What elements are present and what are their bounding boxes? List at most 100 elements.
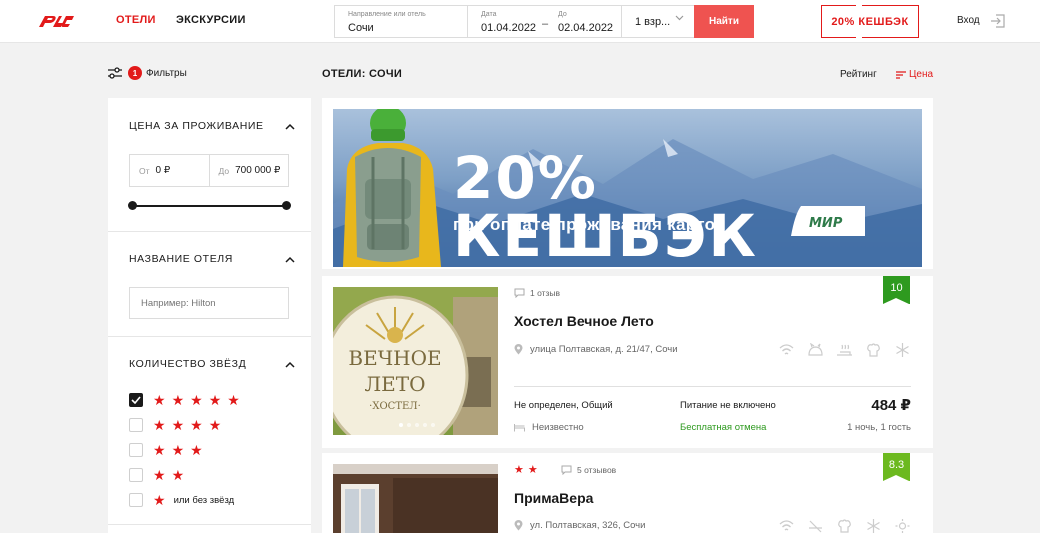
reviews-count[interactable]: 5 отзывов: [561, 465, 616, 475]
star-icon: ★: [153, 492, 166, 508]
sign-line1: ВЕЧНОЕ: [348, 346, 441, 370]
section-divider: [108, 524, 311, 525]
hotel-name[interactable]: Хостел Вечное Лето: [514, 313, 654, 329]
stars-checkbox[interactable]: [129, 468, 143, 482]
filters-icon: [108, 67, 122, 79]
star-icon: ★: [171, 392, 185, 408]
stars-checkbox[interactable]: [129, 418, 143, 432]
stars-checkbox[interactable]: [129, 393, 143, 407]
search-bar: Направление или отель Сочи Дата 01.04.20…: [334, 5, 754, 38]
reviews-count[interactable]: 1 отзыв: [514, 288, 560, 298]
find-button[interactable]: Найти: [694, 5, 754, 38]
hotel-address: улица Полтавская, д. 21/47, Сочи: [514, 344, 678, 355]
hotel-stars: ★ ★: [514, 463, 542, 476]
wifi-icon: [778, 343, 795, 357]
hotel-photo[interactable]: ВЕЧНОЕ ЛЕТО ·ХОСТЕЛ·: [333, 287, 498, 435]
cashback-badge-label: 20% КЕШБЭК: [831, 15, 909, 28]
star-icon: ★: [514, 464, 524, 476]
hotel-name-filter-title[interactable]: НАЗВАНИЕ ОТЕЛЯ: [129, 253, 233, 265]
reviews-count-label: 1 отзыв: [530, 288, 561, 298]
date-to-label: До: [558, 11, 567, 18]
sort-icon: [896, 70, 906, 79]
sort-by-price[interactable]: Цена: [896, 69, 933, 80]
price-to-label: До: [218, 165, 230, 176]
price-slider-min-handle[interactable]: [128, 201, 137, 210]
date-to-value[interactable]: 02.04.2022: [558, 22, 613, 34]
badge-notch: [856, 34, 862, 38]
price-from-value[interactable]: 0 ₽: [156, 165, 171, 176]
dates-field[interactable]: Дата 01.04.2022 – До 02.04.2022: [468, 6, 622, 37]
filters-toggle[interactable]: 1 Фильтры: [108, 66, 187, 80]
stars-option-1[interactable]: ★ или без звёзд: [129, 493, 234, 507]
hotel-card[interactable]: ★ ★ 5 отзывов 8.3 ПримаВера ул. Полтавска…: [322, 453, 933, 533]
guests-value[interactable]: 1 взр...: [635, 16, 670, 28]
bed-icon: [514, 424, 525, 432]
page-title: ОТЕЛИ: СОЧИ: [322, 68, 403, 80]
filters-count-badge: 1: [128, 66, 142, 80]
guests-field[interactable]: 1 взр...: [622, 6, 694, 37]
badge-notch: [856, 5, 862, 9]
cashback-badge[interactable]: 20% КЕШБЭК: [821, 5, 919, 38]
hotel-photo[interactable]: [333, 464, 498, 533]
price-from-field[interactable]: От 0 ₽: [130, 155, 209, 186]
price-slider-track[interactable]: [132, 205, 286, 207]
top-header: ОТЕЛИ ЭКСКУРСИИ Направление или отель Со…: [0, 0, 1040, 43]
nav-tours[interactable]: ЭКСКУРСИИ: [176, 14, 246, 26]
comment-icon: [561, 465, 572, 475]
star-icon: ★: [527, 464, 538, 476]
stars-option-4[interactable]: ★ ★ ★ ★: [129, 418, 227, 432]
chevron-up-icon[interactable]: [285, 361, 295, 369]
date-separator: –: [542, 18, 549, 30]
nav-hotels[interactable]: ОТЕЛИ: [116, 14, 156, 26]
rzd-logo-icon[interactable]: [36, 11, 76, 31]
promo-banner-image[interactable]: 20% КЕШБЭК при оплате проживания картой …: [333, 109, 922, 267]
sort-by-rating[interactable]: Рейтинг: [840, 69, 877, 80]
price-slider-max-handle[interactable]: [282, 201, 291, 210]
destination-value[interactable]: Сочи: [348, 22, 374, 34]
hiker-illustration: [343, 109, 441, 267]
chevron-up-icon[interactable]: [285, 256, 295, 264]
login-icon[interactable]: [990, 13, 1006, 29]
hotel-name-input[interactable]: [129, 287, 289, 319]
filters-sidebar: ЦЕНА ЗА ПРОЖИВАНИЕ От 0 ₽ До 700 000 ₽ Н…: [108, 98, 311, 533]
destination-field[interactable]: Направление или отель Сочи: [335, 6, 468, 37]
mir-card-logo: МИР: [791, 206, 865, 236]
room-type: Не определен, Общий: [514, 400, 613, 411]
pet-icon: [807, 342, 824, 357]
chevron-up-icon[interactable]: [285, 123, 295, 131]
destination-label: Направление или отель: [348, 11, 426, 18]
hotel-address-label: ул. Полтавская, 326, Сочи: [530, 520, 646, 531]
sign-line3: ·ХОСТЕЛ·: [369, 401, 421, 412]
price-to-field[interactable]: До 700 000 ₽: [208, 155, 289, 186]
stars-option-5[interactable]: ★ ★ ★ ★ ★: [129, 393, 246, 407]
snowflake-icon: [865, 519, 882, 533]
price-from-label: От: [139, 165, 150, 176]
no-smoking-icon: [807, 519, 824, 533]
location-pin-icon: [514, 520, 523, 531]
date-from-label: Дата: [481, 11, 497, 18]
hotel-card[interactable]: ВЕЧНОЕ ЛЕТО ·ХОСТЕЛ· 1 отзыв 10 Хостел В…: [322, 276, 933, 448]
meal-info: Питание не включено: [680, 400, 776, 411]
hotel-photo-image: ВЕЧНОЕ ЛЕТО ·ХОСТЕЛ·: [333, 287, 498, 435]
price-to-value[interactable]: 700 000 ₽: [235, 165, 280, 176]
hotel-address: ул. Полтавская, 326, Сочи: [514, 520, 645, 531]
bed-type-label: Неизвестно: [532, 422, 584, 433]
snowflake-icon: [894, 343, 911, 357]
stars-option-3[interactable]: ★ ★ ★: [129, 443, 209, 457]
rating-badge: 8.3: [883, 453, 910, 481]
location-pin-icon: [514, 344, 523, 355]
photo-carousel-dots[interactable]: [399, 423, 435, 427]
star-icon: ★: [153, 417, 166, 433]
login-link[interactable]: Вход: [957, 15, 980, 26]
date-from-value[interactable]: 01.04.2022: [481, 22, 536, 34]
stars-checkbox[interactable]: [129, 493, 143, 507]
hotel-name[interactable]: ПримаВера: [514, 490, 593, 506]
promo-banner[interactable]: 20% КЕШБЭК при оплате проживания картой …: [322, 98, 933, 269]
stars-checkbox[interactable]: [129, 443, 143, 457]
star-icon: ★: [208, 392, 222, 408]
star-icon: ★: [190, 392, 203, 408]
stars-filter-title[interactable]: КОЛИЧЕСТВО ЗВЁЗД: [129, 358, 246, 370]
stars-option-2[interactable]: ★ ★: [129, 468, 190, 482]
star-icon: ★: [153, 442, 166, 458]
price-filter-title[interactable]: ЦЕНА ЗА ПРОЖИВАНИЕ: [129, 120, 264, 132]
